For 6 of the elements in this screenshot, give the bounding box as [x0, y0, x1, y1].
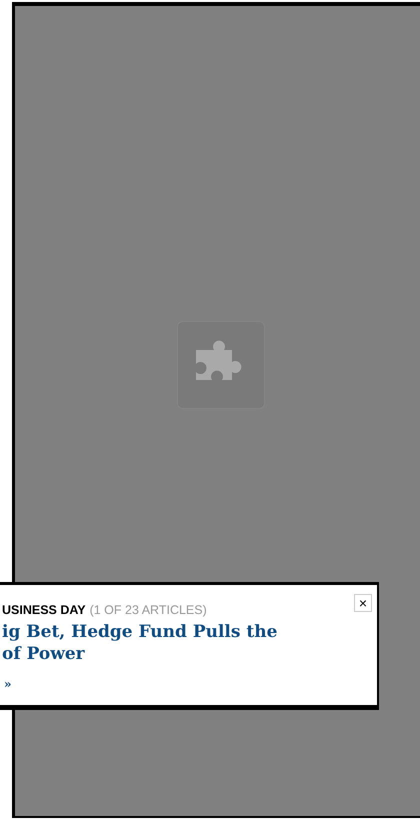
section-label: USINESS DAY [2, 602, 86, 618]
article-count: (1 OF 23 ARTICLES) [90, 602, 207, 618]
close-button[interactable]: × [354, 594, 372, 612]
more-link[interactable]: » [4, 675, 12, 693]
plugin-icon [176, 321, 264, 409]
headline-link[interactable]: ig Bet, Hedge Fund Pulls the of Power [2, 621, 278, 665]
